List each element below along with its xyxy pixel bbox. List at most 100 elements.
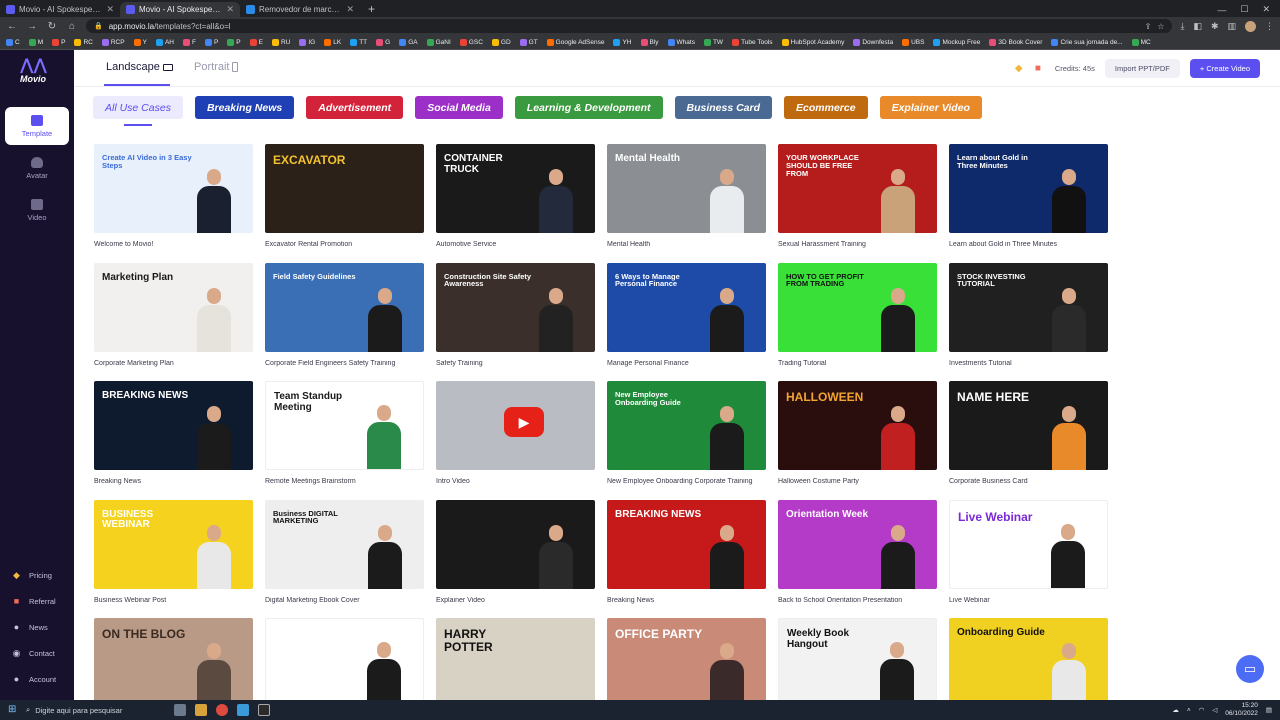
template-thumbnail[interactable]: HOW TO GET PROFIT FROM TRADING [778,262,937,352]
bookmark-item[interactable]: P [52,38,65,46]
template-thumbnail[interactable]: BUSINESS WEBINAR [94,499,253,589]
template-card[interactable]: OFFICE PARTY [607,618,766,700]
bookmark-item[interactable]: F [182,38,196,46]
category-ecommerce[interactable]: Ecommerce [784,96,868,119]
template-thumbnail[interactable]: HARRY POTTER [436,618,595,700]
template-thumbnail[interactable]: BREAKING NEWS [94,381,253,470]
category-social-media[interactable]: Social Media [415,96,503,119]
bookmark-item[interactable]: Bly [640,38,659,46]
volume-icon[interactable]: ◁ [1212,706,1217,714]
bookmark-item[interactable]: Y [133,38,147,46]
tab-landscape[interactable]: Landscape [106,61,173,73]
bookmark-item[interactable]: G [376,38,390,46]
template-card[interactable]: NAME HERE Corporate Business Card [949,381,1108,500]
tab-close-icon[interactable]: ✕ [106,4,114,15]
bookmark-item[interactable]: Downfesta [853,38,893,46]
bookmark-item[interactable]: LK [324,38,341,46]
puzzle-icon[interactable]: ✱ [1211,21,1219,32]
template-card[interactable]: Onboarding Guide [949,618,1108,700]
bookmark-item[interactable]: HubSpot Academy [781,38,844,46]
template-thumbnail[interactable]: NEWSLETTER [265,618,424,700]
task-view-icon[interactable] [174,704,186,716]
bookmark-item[interactable]: Whats [667,38,695,46]
template-thumbnail[interactable]: Construction Site Safety Awareness [436,262,595,352]
template-card[interactable]: HALLOWEEN Halloween Costume Party [778,381,937,500]
share-icon[interactable]: ⇪ [1145,22,1152,31]
profile-avatar[interactable] [1245,20,1256,32]
back-icon[interactable]: ← [6,21,18,32]
template-thumbnail[interactable]: ▶ [436,381,595,470]
template-card[interactable]: BREAKING NEWS Breaking News [607,499,766,619]
template-card[interactable]: 6 Ways to Manage Personal Finance Manage … [607,262,766,382]
template-thumbnail[interactable]: YOUR WORKPLACE SHOULD BE FREE FROM [778,144,937,233]
template-thumbnail[interactable]: Live Webinar [949,499,1108,589]
template-thumbnail[interactable]: Learn about Gold in Three Minutes [949,144,1108,233]
template-card[interactable]: Weekly Book Hangout [778,618,937,700]
bookmark-item[interactable]: MC [1131,38,1151,46]
template-card[interactable]: Explainer Video [436,499,595,619]
template-card[interactable]: Learn about Gold in Three Minutes Learn a… [949,144,1108,263]
template-thumbnail[interactable]: Field Safety Guidelines [265,262,424,352]
bookmark-item[interactable]: GSC [459,38,483,46]
bookmark-item[interactable]: GD [491,38,511,46]
template-card[interactable]: CONTAINER TRUCK Automotive Service [436,144,595,263]
sidebar-link-contact[interactable]: ◉ Contact [12,640,56,666]
sidepanel-icon[interactable]: ▥ [1227,21,1236,32]
template-thumbnail[interactable]: Business DIGITAL MARKETING [265,499,424,589]
file-explorer-icon[interactable] [195,704,207,716]
bookmark-item[interactable]: 3D Book Cover [989,38,1042,46]
template-card[interactable]: Create AI Video in 3 Easy Steps Welcome t… [94,144,253,263]
reload-icon[interactable]: ↻ [46,21,58,32]
template-card[interactable]: Business DIGITAL MARKETING Digital Market… [265,499,424,619]
template-thumbnail[interactable]: Create AI Video in 3 Easy Steps [94,144,253,233]
bookmark-item[interactable]: RU [271,38,290,46]
template-thumbnail[interactable]: CONTAINER TRUCK [436,144,595,233]
diamond-icon[interactable]: ◆ [1015,63,1025,74]
new-tab-button[interactable]: + [360,2,383,17]
template-card[interactable]: ▶ Intro Video [436,381,595,500]
template-card[interactable]: Construction Site Safety Awareness Safety… [436,262,595,382]
chrome-icon[interactable] [216,704,228,716]
template-thumbnail[interactable]: Marketing Plan [94,262,253,352]
category-explainer-video[interactable]: Explainer Video [879,96,982,119]
bookmark-item[interactable]: Tube Tools [732,38,773,46]
bookmark-item[interactable]: RCP [101,38,125,46]
wifi-icon[interactable]: ◠ [1199,706,1205,714]
category-all-use-cases[interactable]: All Use Cases [93,96,183,119]
bookmark-item[interactable]: P [227,38,241,46]
template-card[interactable]: ON THE BLOG [94,618,253,700]
bookmark-item[interactable]: Crie sua jornada de... [1051,38,1123,46]
forward-icon[interactable]: → [26,21,38,32]
template-thumbnail[interactable]: STOCK INVESTING TUTORIAL [949,262,1108,352]
sidebar-item-video[interactable]: Video [5,191,69,229]
bookmark-item[interactable]: IG [299,38,315,46]
category-breaking-news[interactable]: Breaking News [194,96,295,119]
bookmark-item[interactable]: P [204,38,218,46]
template-card[interactable]: HARRY POTTER [436,618,595,700]
template-thumbnail[interactable]: HALLOWEEN [778,381,937,470]
template-card[interactable]: Team Standup Meeting Remote Meetings Brai… [265,381,424,500]
template-thumbnail[interactable]: New Employee Onboarding Guide [607,381,766,470]
category-business-card[interactable]: Business Card [674,96,773,119]
bookmark-item[interactable]: GA [399,38,418,46]
create-video-button[interactable]: + Create Video [1189,59,1260,78]
template-card[interactable]: Field Safety Guidelines Corporate Field E… [265,262,424,382]
terminal-icon[interactable] [258,704,270,716]
gift-icon[interactable]: ■ [1035,63,1045,74]
template-card[interactable]: EXCAVATOR Excavator Rental Promotion [265,144,424,263]
menu-dots-icon[interactable]: ⋮ [1265,21,1274,32]
app-icon[interactable] [237,704,249,716]
template-card[interactable]: Mental Health Mental Health [607,144,766,263]
template-thumbnail[interactable]: Weekly Book Hangout [778,618,937,700]
bookmark-item[interactable]: E [249,38,263,46]
template-card[interactable]: YOUR WORKPLACE SHOULD BE FREE FROM Sexual… [778,144,937,263]
maximize-icon[interactable]: ☐ [1240,4,1248,15]
sidebar-link-news[interactable]: ● News [12,614,56,640]
bookmark-item[interactable]: UBS [902,38,924,46]
bookmark-item[interactable]: Google AdSense [546,38,604,46]
template-card[interactable]: Orientation Week Back to School Orientati… [778,499,937,619]
tab-close-icon[interactable]: ✕ [226,4,234,15]
template-thumbnail[interactable]: 6 Ways to Manage Personal Finance [607,262,766,352]
template-thumbnail[interactable] [436,499,595,589]
extension-icon[interactable]: ◧ [1193,21,1202,32]
